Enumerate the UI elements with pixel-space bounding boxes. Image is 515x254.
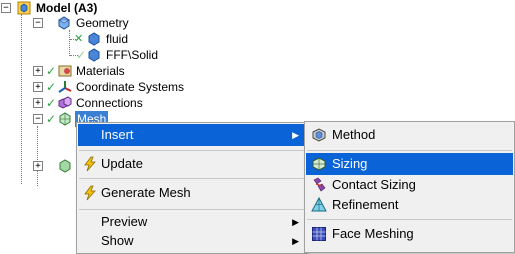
submenu-item-method[interactable]: Method xyxy=(306,124,513,146)
expand-toggle[interactable]: + xyxy=(33,66,43,76)
tree-line xyxy=(37,126,38,186)
submenu-item-face-meshing[interactable]: Face Meshing xyxy=(306,223,513,245)
check-icon: ✓ xyxy=(46,80,57,94)
context-menu: Insert ▶ Update Generate Mesh Preview ▶ … xyxy=(76,122,307,254)
connections-icon xyxy=(58,96,72,109)
expand-toggle[interactable]: + xyxy=(33,161,43,171)
geometry-icon xyxy=(57,16,71,30)
collapse-toggle[interactable]: − xyxy=(33,114,43,124)
menu-separator xyxy=(79,178,304,179)
menu-item-insert-label: Insert xyxy=(101,127,134,142)
sizing-icon xyxy=(312,157,326,171)
insert-submenu: Method Sizing Contact Sizing Refinement xyxy=(304,121,515,253)
collapse-toggle[interactable]: − xyxy=(1,3,11,13)
tree-row-root[interactable]: − Model (A3) xyxy=(0,0,200,16)
expand-toggle[interactable]: + xyxy=(33,98,43,108)
tree-row-materials[interactable]: + ✓ Materials xyxy=(0,63,200,79)
object-icon xyxy=(59,159,71,173)
body-icon xyxy=(88,32,100,46)
submenu-item-refinement[interactable]: Refinement xyxy=(306,194,513,216)
tree-label-solid: FFF\Solid xyxy=(106,48,159,62)
tree-label-connections: Connections xyxy=(76,96,143,110)
submenu-item-face-meshing-label: Face Meshing xyxy=(332,226,414,241)
refinement-icon xyxy=(311,197,327,212)
menu-separator xyxy=(79,150,304,151)
body-icon xyxy=(88,48,100,62)
tree-row-coordinate-systems[interactable]: + ✓ Coordinate Systems xyxy=(0,79,200,95)
menu-item-generate-mesh[interactable]: Generate Mesh xyxy=(78,182,305,204)
suppressed-check-icon: ✕ xyxy=(74,33,84,45)
check-icon: ✓ xyxy=(46,112,57,126)
submenu-item-contact-sizing[interactable]: Contact Sizing xyxy=(306,174,513,196)
lightning-icon xyxy=(84,185,96,201)
tree-label-coordinate-systems: Coordinate Systems xyxy=(76,80,185,94)
tree-row-fluid[interactable]: ✕ fluid xyxy=(0,31,200,47)
coordinate-systems-icon xyxy=(58,81,72,93)
menu-separator xyxy=(307,219,512,220)
submenu-item-refinement-label: Refinement xyxy=(332,197,399,212)
model-icon xyxy=(17,1,31,15)
tree-row-solid[interactable]: ✓ FFF\Solid xyxy=(0,47,200,63)
submenu-arrow-icon: ▶ xyxy=(292,130,299,140)
tree-label-root: Model (A3) xyxy=(36,1,98,15)
contact-sizing-icon xyxy=(313,177,326,192)
submenu-item-sizing[interactable]: Sizing xyxy=(306,153,513,175)
menu-item-show-label: Show xyxy=(101,233,134,248)
tree-row-geometry[interactable]: − Geometry xyxy=(0,15,200,31)
check-icon: ✓ xyxy=(46,64,57,78)
menu-separator xyxy=(79,209,304,210)
tree-label-materials: Materials xyxy=(76,64,125,78)
menu-item-update-label: Update xyxy=(101,156,143,171)
face-meshing-icon xyxy=(312,227,326,241)
check-icon: ✓ xyxy=(46,96,57,110)
menu-separator xyxy=(307,150,512,151)
tree-row-connections[interactable]: + ✓ Connections xyxy=(0,95,200,111)
lightning-icon xyxy=(84,156,96,172)
collapse-toggle[interactable]: − xyxy=(33,18,43,28)
submenu-item-sizing-label: Sizing xyxy=(332,156,368,171)
menu-item-update[interactable]: Update xyxy=(78,153,305,175)
submenu-arrow-icon: ▶ xyxy=(292,236,299,246)
mesh-icon xyxy=(59,112,71,126)
submenu-item-contact-sizing-label: Contact Sizing xyxy=(332,177,416,192)
menu-item-insert[interactable]: Insert ▶ xyxy=(78,124,305,146)
submenu-item-method-label: Method xyxy=(332,127,376,142)
expand-toggle[interactable]: + xyxy=(33,82,43,92)
check-icon: ✓ xyxy=(76,48,87,62)
tree-label-geometry: Geometry xyxy=(76,16,129,30)
menu-item-show[interactable]: Show ▶ xyxy=(78,230,305,252)
tree-label-fluid: fluid xyxy=(106,32,129,46)
method-icon xyxy=(312,128,326,142)
materials-icon xyxy=(58,65,72,77)
tree-row-hidden[interactable]: + xyxy=(0,158,80,174)
menu-item-generate-mesh-label: Generate Mesh xyxy=(101,185,191,200)
